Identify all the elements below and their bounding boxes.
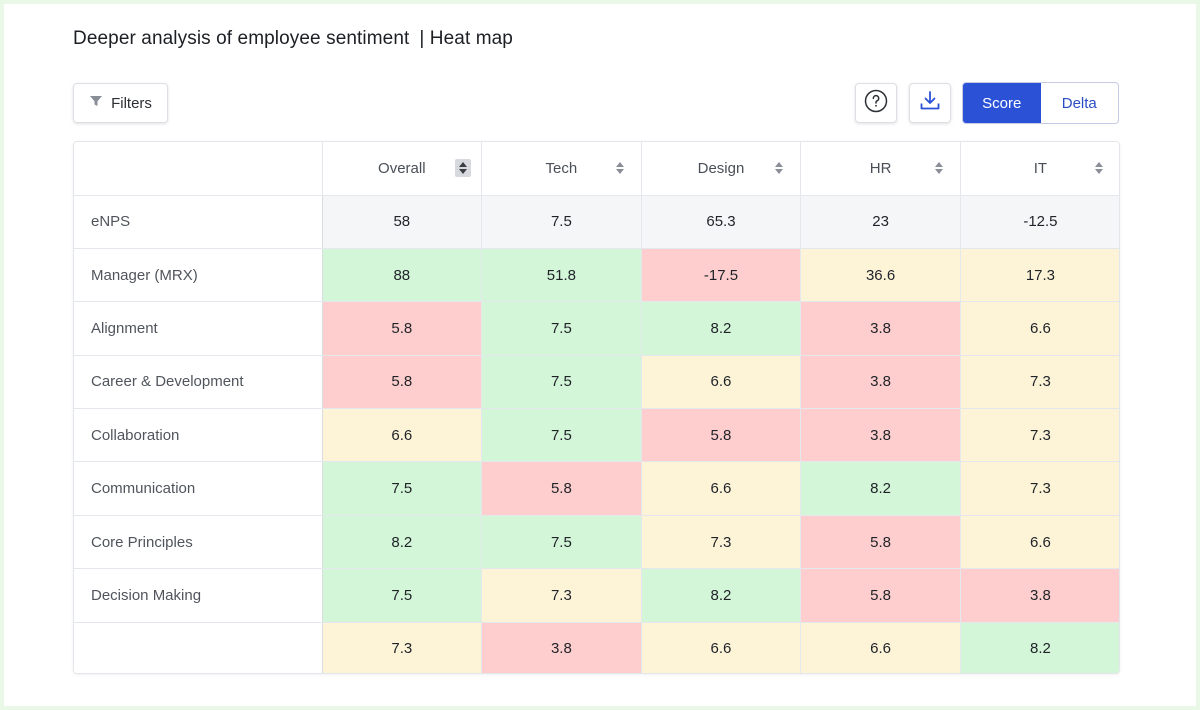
- heatmap-cell: 6.6: [800, 622, 961, 673]
- toggle-score[interactable]: Score: [963, 83, 1041, 123]
- column-header-label: IT: [1033, 159, 1048, 177]
- heatmap-cell: 7.3: [960, 461, 1119, 516]
- download-button[interactable]: [909, 83, 951, 123]
- heatmap-cell: 6.6: [960, 515, 1119, 570]
- filters-button[interactable]: Filters: [73, 83, 168, 123]
- heatmap-cell: 7.5: [481, 355, 642, 410]
- help-circle-icon: [864, 89, 888, 118]
- sort-icon[interactable]: [613, 159, 627, 177]
- heatmap-cell: 3.8: [960, 568, 1119, 623]
- column-header-label: Design: [697, 159, 745, 177]
- heatmap-cell: -17.5: [641, 248, 802, 303]
- table-row: Communication 7.5 5.8 6.6 8.2 7.3: [74, 461, 1119, 516]
- heatmap-table: Overall Tech Design HR IT eNPS 58 7.5 65…: [73, 141, 1120, 674]
- heatmap-cell: 58: [322, 195, 483, 249]
- heatmap-cell: 7.3: [322, 622, 483, 673]
- heatmap-cell: 7.5: [481, 301, 642, 356]
- heatmap-cell: 5.8: [322, 301, 483, 356]
- filter-icon: [89, 94, 103, 112]
- heatmap-cell: 5.8: [322, 355, 483, 410]
- heatmap-cell: 7.5: [322, 568, 483, 623]
- column-header-label: Tech: [545, 159, 578, 177]
- heatmap-cell: 7.3: [641, 515, 802, 570]
- column-header-tech[interactable]: Tech: [481, 142, 642, 196]
- column-header-label: Overall: [378, 159, 426, 177]
- sort-icon[interactable]: [455, 159, 472, 178]
- heatmap-cell: 3.8: [800, 355, 961, 410]
- heatmap-cell: 3.8: [481, 622, 642, 673]
- heatmap-cell: 88: [322, 248, 483, 303]
- heatmap-cell: 6.6: [322, 408, 483, 463]
- table-row: Core Principles 8.2 7.5 7.3 5.8 6.6: [74, 515, 1119, 570]
- row-label: Alignment: [74, 301, 323, 356]
- table-row: eNPS 58 7.5 65.3 23 -12.5: [74, 195, 1119, 249]
- heatmap-cell: 8.2: [960, 622, 1119, 673]
- sort-icon[interactable]: [932, 159, 946, 177]
- heatmap-cell: 51.8: [481, 248, 642, 303]
- page-title: Deeper analysis of employee sentiment | H…: [73, 28, 513, 50]
- row-label: eNPS: [74, 195, 323, 249]
- corner-header: [74, 142, 323, 196]
- heatmap-cell: 5.8: [800, 568, 961, 623]
- heatmap-cell: 36.6: [800, 248, 961, 303]
- heatmap-cell: 7.5: [481, 195, 642, 249]
- table-row: Decision Making 7.5 7.3 8.2 5.8 3.8: [74, 568, 1119, 623]
- sort-icon[interactable]: [1092, 159, 1106, 177]
- row-label: Core Principles: [74, 515, 323, 570]
- heatmap-cell: 5.8: [481, 461, 642, 516]
- heatmap-cell: 5.8: [641, 408, 802, 463]
- score-delta-toggle: Score Delta: [962, 82, 1119, 124]
- table-row: Collaboration 6.6 7.5 5.8 3.8 7.3: [74, 408, 1119, 463]
- help-button[interactable]: [855, 83, 897, 123]
- table-row: Alignment 5.8 7.5 8.2 3.8 6.6: [74, 301, 1119, 356]
- heatmap-cell: 23: [800, 195, 961, 249]
- heatmap-cell: 7.5: [481, 515, 642, 570]
- heatmap-cell: 6.6: [960, 301, 1119, 356]
- heatmap-cell: 8.2: [322, 515, 483, 570]
- heatmap-cell: 7.3: [481, 568, 642, 623]
- heatmap-cell: 17.3: [960, 248, 1119, 303]
- row-label: [74, 622, 323, 673]
- row-label: Manager (MRX): [74, 248, 323, 303]
- download-icon: [918, 89, 942, 118]
- toggle-delta[interactable]: Delta: [1041, 83, 1119, 123]
- heatmap-cell: 7.3: [960, 355, 1119, 410]
- heatmap-cell: 6.6: [641, 461, 802, 516]
- heatmap-cell: 3.8: [800, 301, 961, 356]
- heatmap-cell: -12.5: [960, 195, 1119, 249]
- page-title-sub: | Heat map: [419, 28, 513, 49]
- heatmap-cell: 8.2: [641, 301, 802, 356]
- heatmap-cell: 3.8: [800, 408, 961, 463]
- heatmap-cell: 7.5: [481, 408, 642, 463]
- column-header-label: HR: [869, 159, 892, 177]
- heatmap-cell: 65.3: [641, 195, 802, 249]
- row-label: Communication: [74, 461, 323, 516]
- column-header-hr[interactable]: HR: [800, 142, 961, 196]
- heatmap-cell: 7.3: [960, 408, 1119, 463]
- heatmap-cell: 6.6: [641, 622, 802, 673]
- page-title-main: Deeper analysis of employee sentiment: [73, 28, 410, 49]
- column-header-it[interactable]: IT: [960, 142, 1119, 196]
- table-row: 7.3 3.8 6.6 6.6 8.2: [74, 622, 1119, 673]
- row-label: Collaboration: [74, 408, 323, 463]
- table-row: Career & Development 5.8 7.5 6.6 3.8 7.3: [74, 355, 1119, 410]
- table-row: Manager (MRX) 88 51.8 -17.5 36.6 17.3: [74, 248, 1119, 303]
- row-label: Career & Development: [74, 355, 323, 410]
- sort-icon[interactable]: [772, 159, 786, 177]
- heatmap-cell: 7.5: [322, 461, 483, 516]
- filters-button-label: Filters: [111, 94, 152, 112]
- heatmap-cell: 8.2: [641, 568, 802, 623]
- column-header-design[interactable]: Design: [641, 142, 802, 196]
- column-header-overall[interactable]: Overall: [322, 142, 483, 196]
- row-label: Decision Making: [74, 568, 323, 623]
- heatmap-cell: 8.2: [800, 461, 961, 516]
- heatmap-cell: 6.6: [641, 355, 802, 410]
- table-header-row: Overall Tech Design HR IT: [74, 142, 1119, 196]
- heatmap-cell: 5.8: [800, 515, 961, 570]
